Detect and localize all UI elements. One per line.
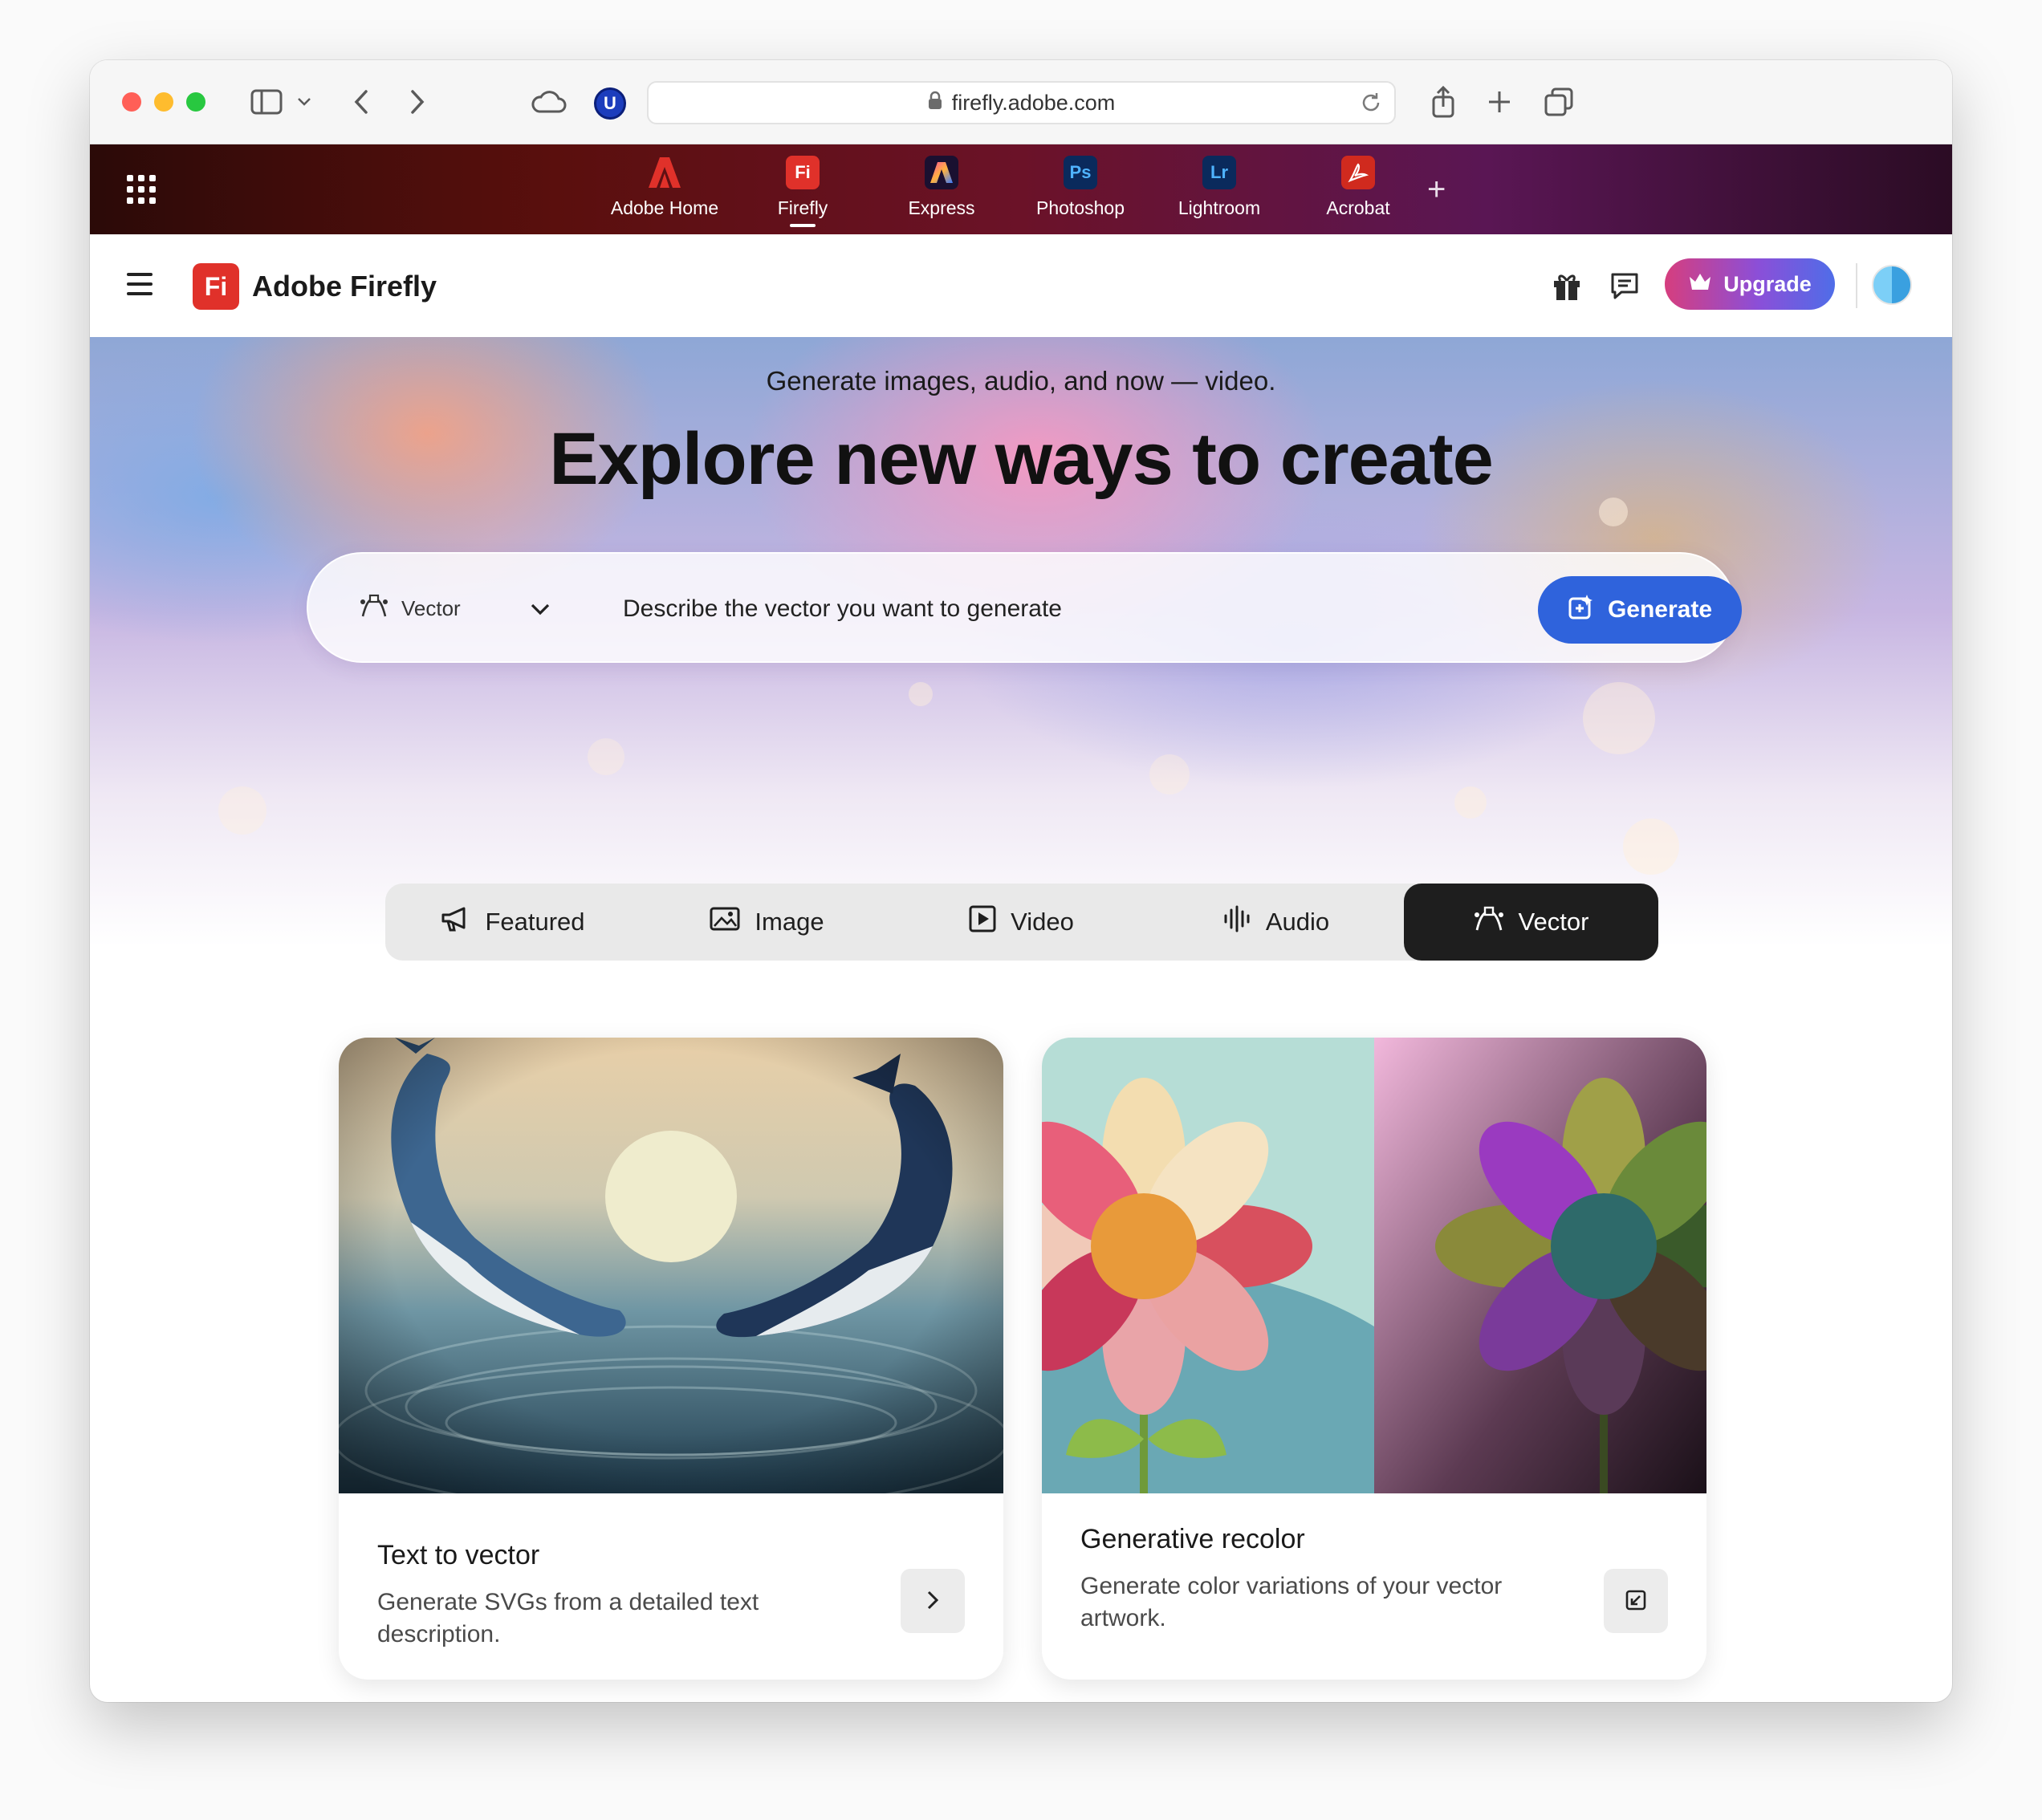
- hero-subtitle: Generate images, audio, and now — video.: [766, 366, 1276, 396]
- card-description: Generate color variations of your vector…: [1080, 1573, 1503, 1631]
- app-title[interactable]: Adobe Firefly: [252, 270, 437, 303]
- tab-label: Video: [1011, 908, 1074, 936]
- app-lightroom[interactable]: Lr Lightroom: [1155, 156, 1283, 228]
- forward-icon[interactable]: [401, 83, 433, 121]
- app-photoshop[interactable]: Ps Photoshop: [1016, 156, 1145, 228]
- tab-featured[interactable]: Featured: [385, 884, 640, 961]
- app-label: Acrobat: [1326, 197, 1390, 218]
- generate-label: Generate: [1607, 596, 1713, 623]
- video-icon: [969, 905, 996, 939]
- screenshot-canvas: U firefly.adobe.com Adobe Home Fi Firefl…: [0, 0, 2042, 1820]
- hero-title: Explore new ways to create: [549, 418, 1494, 500]
- address-bar[interactable]: firefly.adobe.com: [647, 81, 1396, 124]
- header-divider: [1856, 263, 1857, 308]
- audio-waveform-icon: [1222, 905, 1251, 939]
- express-app-icon: [925, 156, 958, 189]
- app-firefly[interactable]: Fi Firefly: [738, 156, 867, 228]
- sidebar-icon[interactable]: [247, 83, 286, 121]
- hero-banner: Generate images, audio, and now — video.…: [90, 337, 1952, 947]
- upgrade-label: Upgrade: [1723, 271, 1812, 296]
- prompt-input[interactable]: [623, 589, 1506, 629]
- cloud-icon[interactable]: [528, 83, 568, 121]
- app-label: Express: [908, 197, 975, 218]
- close-window-button[interactable]: [122, 92, 141, 112]
- zoom-window-button[interactable]: [186, 92, 205, 112]
- upgrade-button[interactable]: Upgrade: [1665, 258, 1835, 310]
- tab-label: Vector: [1518, 908, 1589, 936]
- tab-video[interactable]: Video: [894, 884, 1149, 961]
- generation-type-dropdown[interactable]: Vector: [360, 592, 550, 624]
- vector-pen-icon: [1474, 906, 1504, 938]
- photoshop-app-icon: Ps: [1064, 156, 1097, 189]
- whales-illustration: [339, 1038, 1003, 1493]
- menu-icon[interactable]: [127, 273, 153, 295]
- vector-pen-icon: [360, 594, 388, 624]
- app-acrobat[interactable]: Acrobat: [1294, 156, 1422, 228]
- firefly-header: Fi Adobe Firefly Upgrade: [90, 234, 1952, 337]
- tab-label: Image: [755, 908, 824, 936]
- generate-sparkle-icon: [1568, 593, 1595, 627]
- chevron-right-icon: [925, 1590, 940, 1613]
- extension-badge-icon[interactable]: U: [594, 87, 626, 120]
- url-text: firefly.adobe.com: [951, 90, 1116, 115]
- back-icon[interactable]: [345, 83, 377, 121]
- card-title: Generative recolor: [1080, 1524, 1305, 1554]
- browser-window: U firefly.adobe.com Adobe Home Fi Firefl…: [90, 60, 1952, 1702]
- tab-overview-icon[interactable]: [1543, 83, 1575, 121]
- lock-icon: [928, 91, 942, 116]
- adobe-app-switcher: Adobe Home Fi Firefly Express Ps Photosh…: [90, 144, 1952, 234]
- open-text-to-vector-button[interactable]: [901, 1569, 965, 1633]
- category-tabs: Featured Image Video Audio Vector: [385, 884, 1658, 961]
- acrobat-app-icon: [1341, 156, 1375, 189]
- megaphone-icon: [440, 905, 470, 939]
- tab-audio[interactable]: Audio: [1149, 884, 1403, 961]
- app-label: Lightroom: [1178, 197, 1261, 218]
- lightroom-app-icon: Lr: [1202, 156, 1236, 189]
- app-label: Firefly: [777, 197, 828, 218]
- chevron-down-icon: [530, 597, 551, 622]
- app-grid-icon[interactable]: [127, 175, 156, 204]
- feature-card-text-to-vector[interactable]: Text to vector Generate SVGs from a deta…: [339, 1038, 1003, 1680]
- adobe-logo-icon: [648, 156, 681, 189]
- tab-label: Featured: [485, 908, 585, 936]
- tab-image[interactable]: Image: [640, 884, 894, 961]
- firefly-app-icon: Fi: [786, 156, 820, 189]
- open-generative-recolor-button[interactable]: [1604, 1569, 1668, 1633]
- add-app-icon[interactable]: +: [1427, 173, 1446, 205]
- app-label: Photoshop: [1036, 197, 1125, 218]
- feedback-chat-icon[interactable]: [1609, 270, 1641, 302]
- app-label: Adobe Home: [610, 197, 719, 218]
- new-tab-icon[interactable]: [1483, 83, 1515, 121]
- share-icon[interactable]: [1427, 83, 1459, 121]
- app-express[interactable]: Express: [877, 156, 1006, 228]
- tab-label: Audio: [1265, 908, 1330, 936]
- firefly-logo-icon[interactable]: Fi: [193, 263, 239, 310]
- generation-type-label: Vector: [401, 595, 461, 620]
- minimize-window-button[interactable]: [154, 92, 173, 112]
- card-title: Text to vector: [377, 1540, 540, 1570]
- card-description: Generate SVGs from a detailed text descr…: [377, 1589, 759, 1647]
- feature-card-generative-recolor[interactable]: Generative recolor Generate color variat…: [1042, 1038, 1706, 1680]
- open-external-icon: [1625, 1589, 1647, 1614]
- reload-icon[interactable]: [1359, 91, 1383, 120]
- flowers-illustration: [1042, 1038, 1706, 1493]
- prompt-bar: Vector Generate: [307, 552, 1742, 663]
- gift-icon[interactable]: [1551, 270, 1583, 302]
- image-icon: [710, 906, 740, 938]
- crown-icon: [1688, 272, 1712, 297]
- browser-toolbar: U firefly.adobe.com: [90, 60, 1952, 144]
- sidebar-menu-chevron-icon[interactable]: [292, 83, 316, 121]
- app-adobe-home[interactable]: Adobe Home: [600, 156, 729, 228]
- avatar[interactable]: [1872, 265, 1912, 305]
- tab-vector[interactable]: Vector: [1404, 884, 1658, 961]
- active-app-indicator: [790, 224, 816, 227]
- generate-button[interactable]: Generate: [1538, 576, 1742, 644]
